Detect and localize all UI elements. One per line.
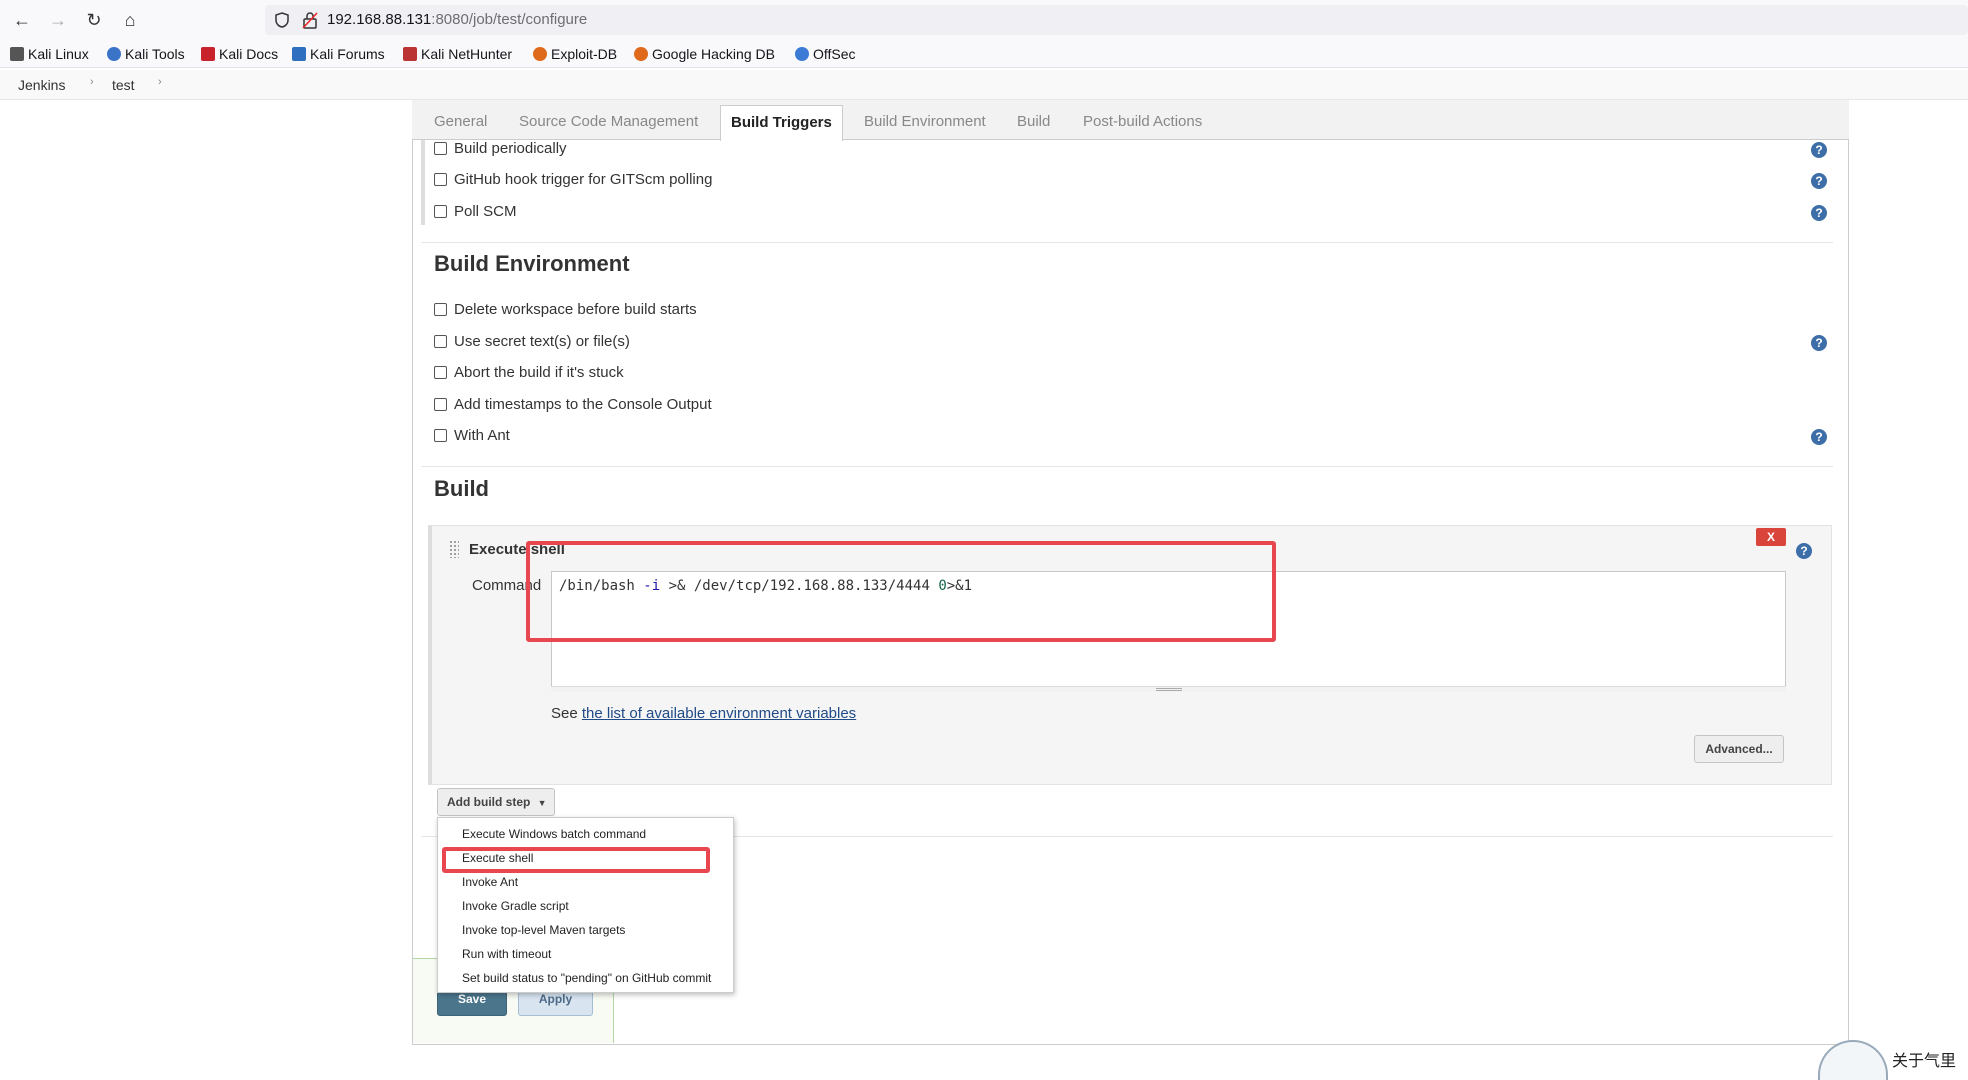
checkbox[interactable] bbox=[434, 303, 447, 316]
command-highlight-box bbox=[526, 541, 1276, 642]
shield-icon bbox=[275, 12, 289, 28]
exploit-db-icon bbox=[533, 47, 547, 61]
delete-step-button[interactable]: X bbox=[1756, 528, 1786, 546]
bookmark-kali-linux[interactable]: Kali Linux bbox=[10, 45, 89, 63]
help-icon[interactable]: ? bbox=[1811, 142, 1827, 158]
bookmark-kali-nethunter[interactable]: Kali NetHunter bbox=[403, 45, 512, 63]
back-icon[interactable]: ← bbox=[10, 8, 34, 32]
divider bbox=[421, 242, 1833, 243]
checkbox[interactable] bbox=[434, 366, 447, 379]
help-icon[interactable]: ? bbox=[1811, 335, 1827, 351]
menu-item-invoke-maven[interactable]: Invoke top-level Maven targets bbox=[462, 923, 625, 937]
menu-item-invoke-gradle[interactable]: Invoke Gradle script bbox=[462, 899, 569, 913]
breadcrumb-jenkins[interactable]: Jenkins bbox=[18, 77, 65, 93]
checkbox[interactable] bbox=[434, 398, 447, 411]
home-icon[interactable]: ⌂ bbox=[118, 8, 142, 32]
help-icon[interactable]: ? bbox=[1796, 543, 1812, 559]
tab-general[interactable]: General bbox=[434, 113, 487, 130]
option-abort-stuck[interactable]: Abort the build if it's stuck bbox=[434, 364, 624, 381]
offsec-icon bbox=[795, 47, 809, 61]
bookmark-exploit-db[interactable]: Exploit-DB bbox=[533, 45, 617, 63]
browser-toolbar: ← → ↻ ⌂ 192.168.88.131:8080/job/test/con… bbox=[0, 0, 1968, 40]
env-vars-line: See the list of available environment va… bbox=[551, 705, 857, 722]
caret-down-icon: ▼ bbox=[537, 798, 547, 808]
help-icon[interactable]: ? bbox=[1811, 173, 1827, 189]
help-icon[interactable]: ? bbox=[1811, 205, 1827, 221]
watermark-text: 关于气里 bbox=[1892, 1051, 1957, 1070]
option-build-periodically[interactable]: Build periodically bbox=[434, 140, 567, 157]
forward-icon[interactable]: → bbox=[46, 8, 70, 32]
chevron-right-icon: › bbox=[158, 76, 162, 88]
nethunter-icon bbox=[403, 47, 417, 61]
tab-build[interactable]: Build bbox=[1017, 113, 1050, 130]
checkbox[interactable] bbox=[434, 429, 447, 442]
kali-docs-icon bbox=[201, 47, 215, 61]
option-github-hook[interactable]: GitHub hook trigger for GITScm polling bbox=[434, 171, 712, 188]
menu-item-set-build-status[interactable]: Set build status to "pending" on GitHub … bbox=[462, 971, 711, 985]
grip-icon bbox=[1156, 688, 1182, 691]
option-with-ant[interactable]: With Ant bbox=[434, 427, 510, 444]
url-text: 192.168.88.131:8080/job/test/configure bbox=[327, 11, 588, 28]
textarea-resize-handle[interactable] bbox=[551, 686, 1786, 692]
section-indent-bar bbox=[421, 140, 425, 225]
advanced-button[interactable]: Advanced... bbox=[1694, 735, 1784, 763]
kali-forums-icon bbox=[292, 47, 306, 61]
chevron-right-icon: › bbox=[90, 76, 94, 88]
checkbox[interactable] bbox=[434, 142, 447, 155]
bookmark-offsec[interactable]: OffSec bbox=[795, 45, 856, 63]
drag-handle-icon[interactable] bbox=[449, 540, 459, 558]
execute-shell-highlight-box bbox=[442, 847, 710, 873]
option-secret-text[interactable]: Use secret text(s) or file(s) bbox=[434, 333, 630, 350]
url-bar[interactable]: 192.168.88.131:8080/job/test/configure bbox=[265, 5, 1968, 35]
option-add-timestamps[interactable]: Add timestamps to the Console Output bbox=[434, 396, 712, 413]
option-delete-workspace[interactable]: Delete workspace before build starts bbox=[434, 301, 697, 318]
menu-item-invoke-ant[interactable]: Invoke Ant bbox=[462, 875, 518, 889]
checkbox[interactable] bbox=[434, 335, 447, 348]
kali-dragon-icon bbox=[10, 47, 24, 61]
insecure-lock-icon bbox=[302, 12, 318, 29]
tab-build-triggers[interactable]: Build Triggers bbox=[720, 105, 843, 141]
tab-build-environment[interactable]: Build Environment bbox=[864, 113, 986, 130]
divider bbox=[421, 466, 1833, 467]
tab-source-code-management[interactable]: Source Code Management bbox=[519, 113, 698, 130]
menu-item-run-with-timeout[interactable]: Run with timeout bbox=[462, 947, 551, 961]
option-poll-scm[interactable]: Poll SCM bbox=[434, 203, 517, 220]
checkbox[interactable] bbox=[434, 173, 447, 186]
reload-icon[interactable]: ↻ bbox=[82, 8, 106, 32]
kali-tools-icon bbox=[107, 47, 121, 61]
section-title-build: Build bbox=[434, 476, 489, 501]
section-title-build-environment: Build Environment bbox=[434, 251, 630, 276]
bookmark-google-hacking-db[interactable]: Google Hacking DB bbox=[634, 45, 775, 63]
bookmark-kali-tools[interactable]: Kali Tools bbox=[107, 45, 185, 63]
bookmark-kali-forums[interactable]: Kali Forums bbox=[292, 45, 385, 63]
breadcrumb: Jenkins › test › bbox=[0, 70, 1968, 100]
menu-item-windows-batch[interactable]: Execute Windows batch command bbox=[462, 827, 646, 841]
env-vars-link[interactable]: the list of available environment variab… bbox=[582, 705, 856, 722]
bookmarks-bar: Kali Linux Kali Tools Kali Docs Kali For… bbox=[0, 40, 1968, 68]
config-tabs: General Source Code Management Build Tri… bbox=[412, 100, 1849, 141]
tab-post-build-actions[interactable]: Post-build Actions bbox=[1083, 113, 1202, 130]
watermark-logo bbox=[1818, 1040, 1888, 1080]
bookmark-kali-docs[interactable]: Kali Docs bbox=[201, 45, 278, 63]
add-build-step-button[interactable]: Add build step ▼ bbox=[437, 788, 555, 816]
help-icon[interactable]: ? bbox=[1811, 429, 1827, 445]
ghdb-icon bbox=[634, 47, 648, 61]
breadcrumb-test[interactable]: test bbox=[112, 77, 135, 93]
checkbox[interactable] bbox=[434, 205, 447, 218]
add-build-step-menu: Execute Windows batch command Execute sh… bbox=[437, 817, 734, 993]
